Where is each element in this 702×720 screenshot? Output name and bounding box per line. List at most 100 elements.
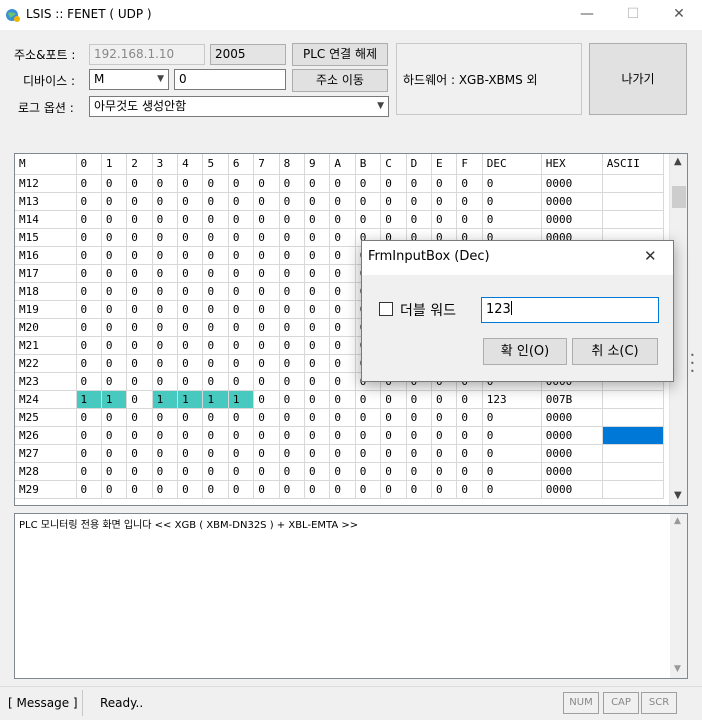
bit-cell[interactable]: 0 <box>126 426 153 445</box>
chevron-up-icon[interactable]: ▲ <box>674 156 682 167</box>
bit-cell[interactable]: 0 <box>202 372 229 391</box>
bit-cell[interactable]: 0 <box>253 480 280 499</box>
grid-header-cell[interactable]: HEX <box>541 154 603 175</box>
bit-cell[interactable]: 0 <box>228 174 255 193</box>
bit-cell[interactable]: 0 <box>126 444 153 463</box>
table-row[interactable]: M13 0 0 0 0 0 0 0 0 0 0 0 0 0 0 0 0 0 0000 <box>15 192 664 211</box>
bit-cell[interactable]: 0 <box>101 300 128 319</box>
address-cell[interactable]: M21 <box>15 336 77 355</box>
bit-cell[interactable]: 0 <box>126 282 153 301</box>
cancel-button[interactable]: 취 소(C) <box>572 338 658 365</box>
bit-cell[interactable]: 0 <box>202 300 229 319</box>
bit-cell[interactable]: 0 <box>202 462 229 481</box>
bit-cell[interactable]: 0 <box>329 354 356 373</box>
bit-cell[interactable]: 0 <box>177 372 204 391</box>
bit-cell[interactable]: 0 <box>177 480 204 499</box>
dec-cell[interactable]: 0 <box>482 480 542 499</box>
dec-cell[interactable]: 0 <box>482 444 542 463</box>
bit-cell[interactable]: 0 <box>76 264 102 283</box>
bit-cell[interactable]: 0 <box>101 444 128 463</box>
bit-cell[interactable]: 0 <box>253 390 280 409</box>
address-cell[interactable]: M17 <box>15 264 77 283</box>
bit-cell[interactable]: 0 <box>202 246 229 265</box>
bit-cell[interactable]: 0 <box>329 174 356 193</box>
bit-cell[interactable]: 0 <box>228 354 255 373</box>
device-select[interactable]: M ▼ <box>89 69 169 90</box>
ascii-cell[interactable] <box>602 210 664 229</box>
bit-cell[interactable]: 0 <box>304 372 331 391</box>
bit-cell[interactable]: 0 <box>76 372 102 391</box>
bit-cell[interactable]: 0 <box>76 318 102 337</box>
bit-cell[interactable]: 0 <box>126 336 153 355</box>
bit-cell[interactable]: 0 <box>152 210 179 229</box>
bit-cell[interactable]: 0 <box>101 480 128 499</box>
address-cell[interactable]: M20 <box>15 318 77 337</box>
bit-cell[interactable]: 0 <box>152 462 179 481</box>
bit-cell[interactable]: 0 <box>380 444 407 463</box>
bit-cell[interactable]: 0 <box>431 426 458 445</box>
bit-cell[interactable]: 0 <box>279 426 306 445</box>
bit-cell[interactable]: 0 <box>304 390 331 409</box>
address-cell[interactable]: M14 <box>15 210 77 229</box>
ascii-cell[interactable] <box>602 426 664 445</box>
bit-cell[interactable]: 0 <box>202 480 229 499</box>
dec-cell[interactable]: 0 <box>482 426 542 445</box>
address-cell[interactable]: M18 <box>15 282 77 301</box>
bit-cell[interactable]: 0 <box>76 174 102 193</box>
bit-cell[interactable]: 0 <box>406 210 432 229</box>
grid-header-cell[interactable]: 6 <box>228 154 255 175</box>
table-row[interactable]: M24 1 1 0 1 1 1 1 0 0 0 0 0 0 0 0 0 123 007B <box>15 390 664 409</box>
bit-cell[interactable]: 0 <box>202 228 229 247</box>
bit-cell[interactable]: 0 <box>152 408 179 427</box>
bit-cell[interactable]: 0 <box>329 372 356 391</box>
address-cell[interactable]: M27 <box>15 444 77 463</box>
bit-cell[interactable]: 0 <box>279 174 306 193</box>
bit-cell[interactable]: 0 <box>152 372 179 391</box>
bit-cell[interactable]: 0 <box>456 462 483 481</box>
hex-cell[interactable]: 0000 <box>541 444 603 463</box>
bit-cell[interactable]: 0 <box>228 228 255 247</box>
bit-cell[interactable]: 0 <box>304 318 331 337</box>
bit-cell[interactable]: 0 <box>431 390 458 409</box>
bit-cell[interactable]: 0 <box>406 462 432 481</box>
bit-cell[interactable]: 0 <box>431 408 458 427</box>
address-cell[interactable]: M24 <box>15 390 77 409</box>
hex-cell[interactable]: 0000 <box>541 192 603 211</box>
bit-cell[interactable]: 0 <box>279 390 306 409</box>
bit-cell[interactable]: 0 <box>456 426 483 445</box>
ascii-cell[interactable] <box>602 462 664 481</box>
bit-cell[interactable]: 0 <box>177 318 204 337</box>
dec-cell[interactable]: 0 <box>482 174 542 193</box>
bit-cell[interactable]: 0 <box>228 426 255 445</box>
bit-cell[interactable]: 0 <box>380 390 407 409</box>
hex-cell[interactable]: 0000 <box>541 426 603 445</box>
table-row[interactable]: M26 0 0 0 0 0 0 0 0 0 0 0 0 0 0 0 0 0 0000 <box>15 426 664 445</box>
bit-cell[interactable]: 0 <box>431 210 458 229</box>
bit-cell[interactable]: 0 <box>202 318 229 337</box>
bit-cell[interactable]: 0 <box>406 480 432 499</box>
address-cell[interactable]: M13 <box>15 192 77 211</box>
bit-cell[interactable]: 0 <box>76 210 102 229</box>
bit-cell[interactable]: 0 <box>177 444 204 463</box>
bit-cell[interactable]: 0 <box>304 462 331 481</box>
bit-cell[interactable]: 0 <box>456 174 483 193</box>
bit-cell[interactable]: 0 <box>76 462 102 481</box>
bit-cell[interactable]: 0 <box>329 282 356 301</box>
chevron-down-icon[interactable]: ▼ <box>674 490 682 501</box>
bit-cell[interactable]: 0 <box>304 174 331 193</box>
grid-header-cell[interactable]: 2 <box>126 154 153 175</box>
bit-cell[interactable]: 0 <box>228 336 255 355</box>
bit-cell[interactable]: 0 <box>355 480 382 499</box>
bit-cell[interactable]: 0 <box>279 462 306 481</box>
chevron-up-icon[interactable]: ▲ <box>674 516 681 526</box>
bit-cell[interactable]: 0 <box>253 408 280 427</box>
grid-header-cell[interactable]: E <box>431 154 458 175</box>
bit-cell[interactable]: 0 <box>304 300 331 319</box>
bit-cell[interactable]: 0 <box>329 480 356 499</box>
bit-cell[interactable]: 0 <box>152 480 179 499</box>
bit-cell[interactable]: 0 <box>76 426 102 445</box>
bit-cell[interactable]: 0 <box>304 426 331 445</box>
bit-cell[interactable]: 0 <box>329 462 356 481</box>
bit-cell[interactable]: 0 <box>101 174 128 193</box>
bit-cell[interactable]: 0 <box>177 174 204 193</box>
